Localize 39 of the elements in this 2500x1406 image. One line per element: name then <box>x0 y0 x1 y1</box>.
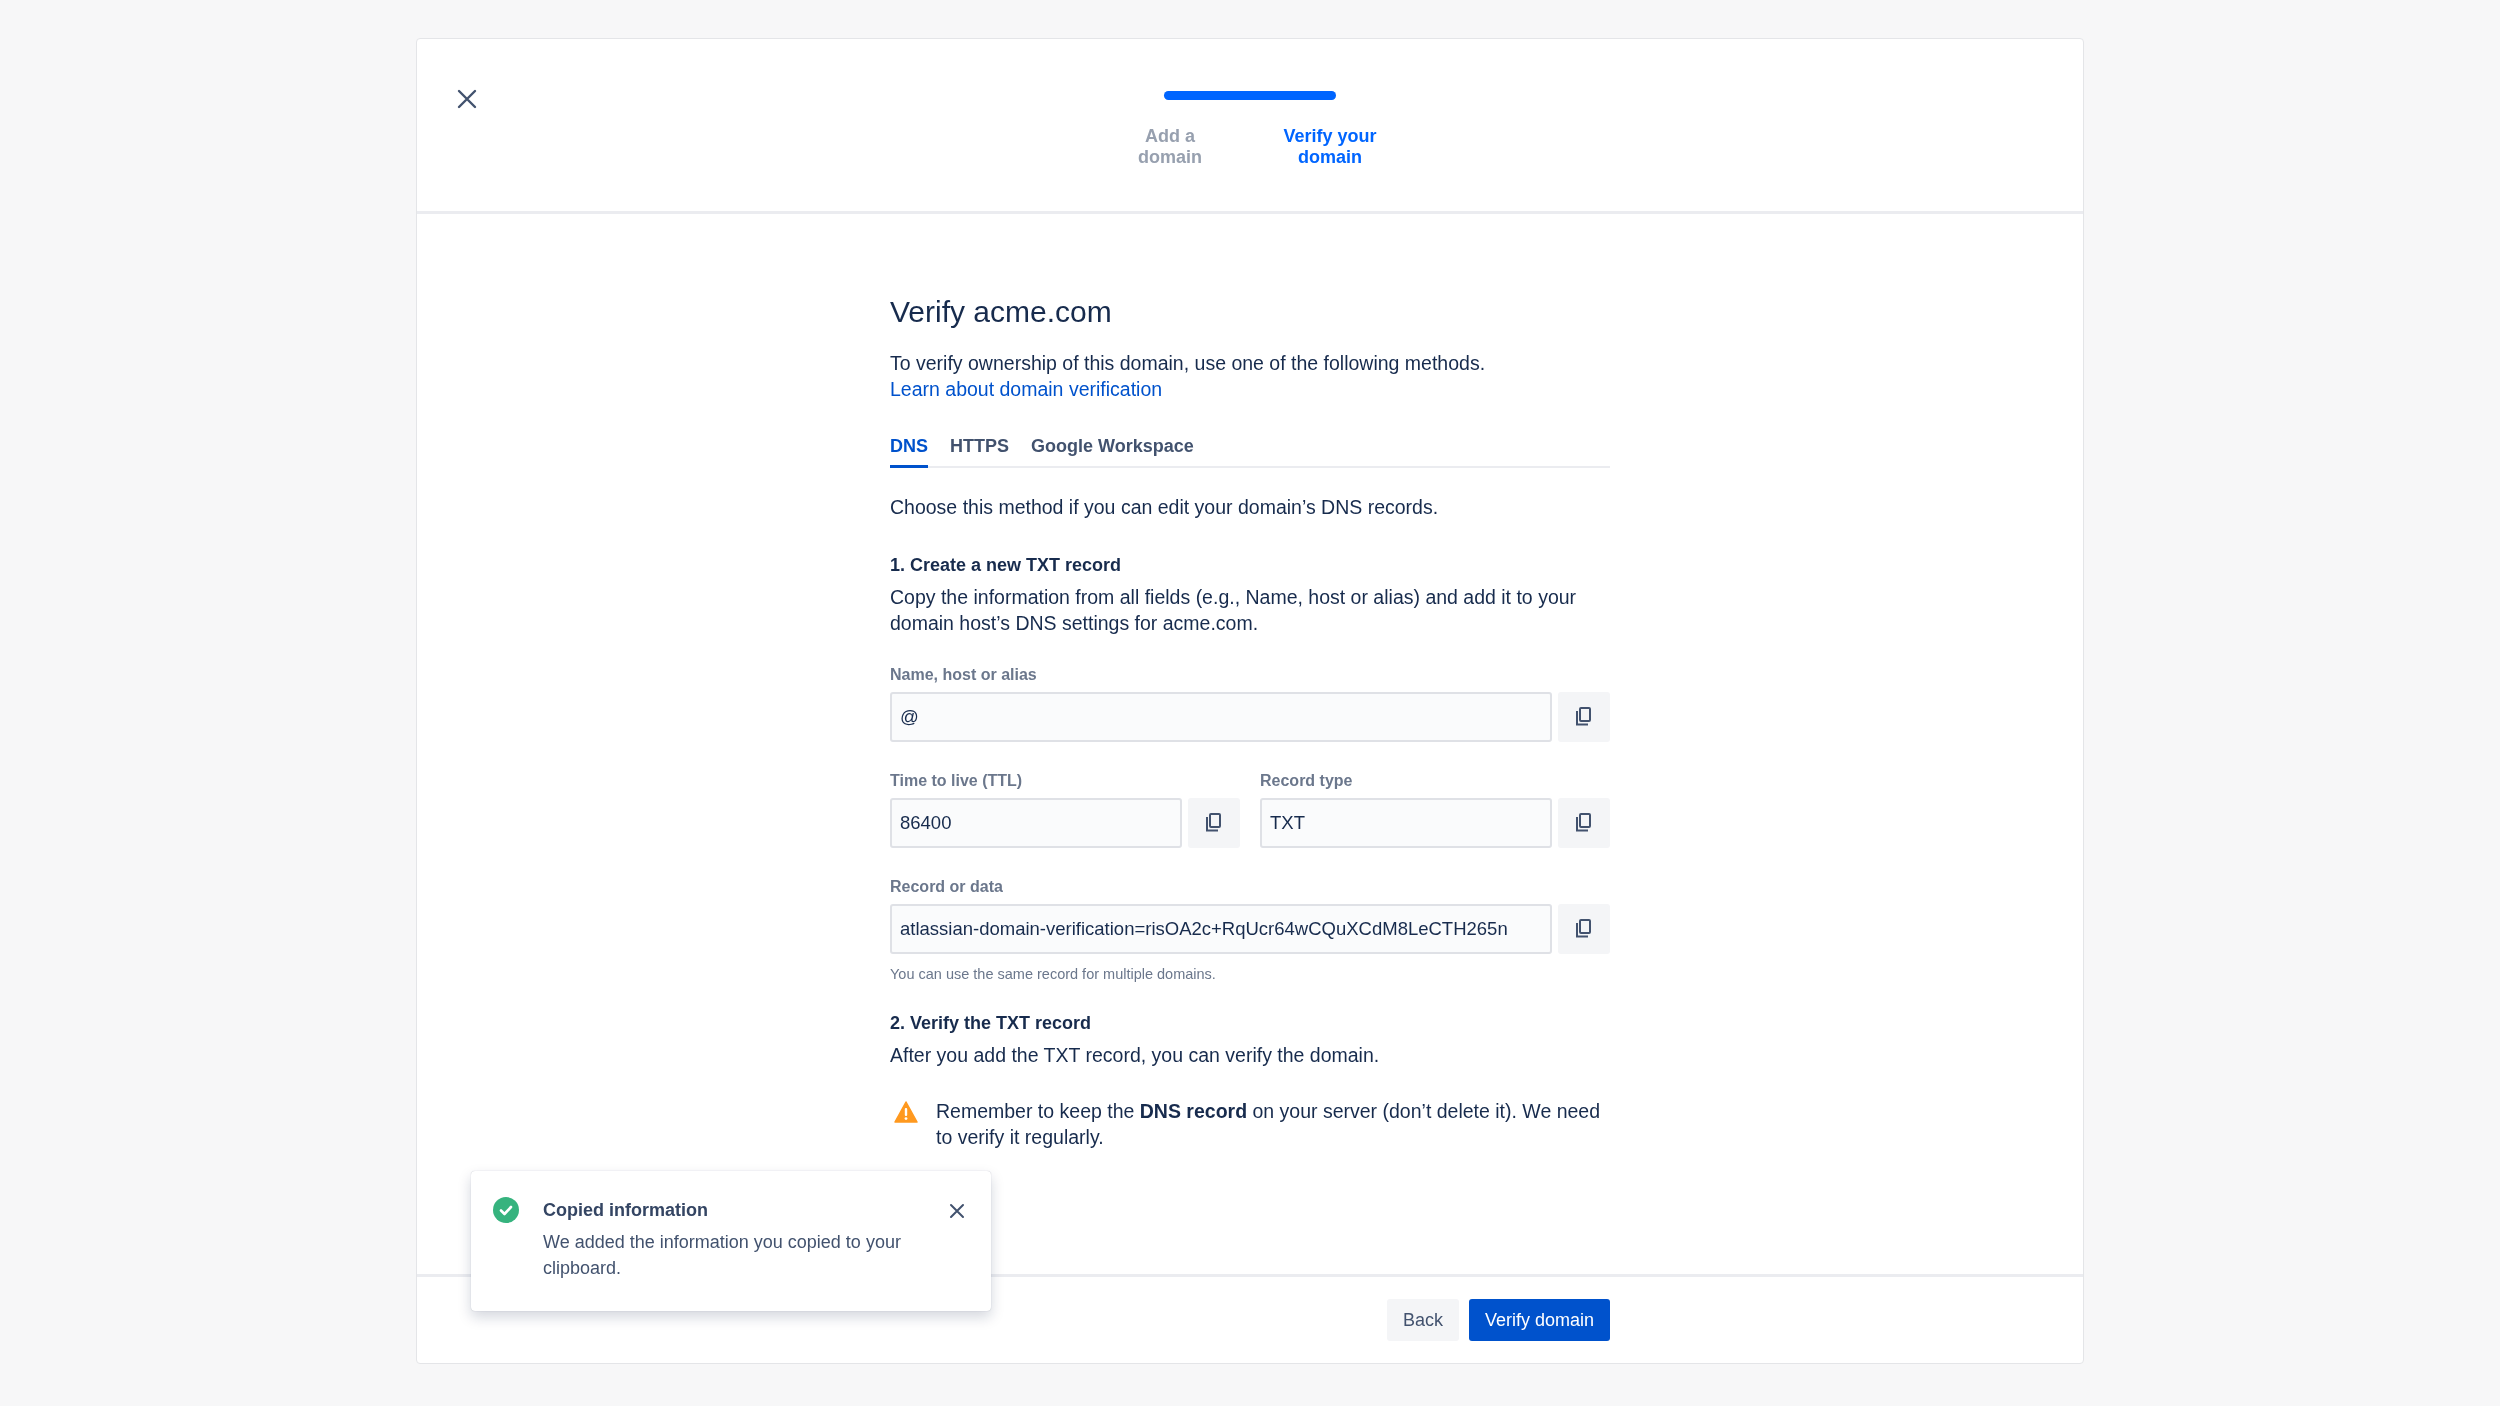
toast-title: Copied information <box>543 1199 709 1222</box>
copy-icon <box>1205 813 1223 833</box>
field-label: Time to live (TTL) <box>890 772 1024 790</box>
section-text: After you add the TXT record, you can verify the domain. <box>890 1043 1381 1068</box>
close-icon <box>456 88 478 110</box>
copy-button[interactable] <box>1558 692 1610 742</box>
warning-icon <box>894 1101 918 1123</box>
text-field[interactable]: 86400 <box>890 798 1182 848</box>
tab[interactable]: Google Workspace <box>1031 436 1194 468</box>
copy-button[interactable] <box>1558 798 1610 848</box>
section-heading: 1. Create a new TXT record <box>890 554 1123 576</box>
section-text: Copy the information from all fields (e.g., Name, host or alias) and add it to your domain host’s DNS settings for acme.com. <box>890 585 1578 636</box>
back-button[interactable]: Back <box>1386 1299 1459 1341</box>
success-icon <box>493 1197 519 1223</box>
text-field[interactable]: @ <box>890 692 1552 742</box>
text-field[interactable]: TXT <box>1260 798 1552 848</box>
learn-more-link[interactable]: Learn about domain verification <box>890 378 1163 400</box>
method-description: Choose this method if you can edit your domain’s DNS records. <box>890 495 1440 520</box>
page-title: Verify acme.com <box>890 294 1113 330</box>
tab[interactable]: HTTPS <box>950 436 1010 468</box>
field-label: Record type <box>1260 772 1354 790</box>
field-label: Record or data <box>890 878 1004 896</box>
warning-text: Remember to keep the DNS record on your server (don’t delete it). We need to verify it regularly. <box>936 1099 1602 1150</box>
helper-text: You can use the same record for multiple domains. <box>890 966 1217 982</box>
toast-message: We added the information you copied to your clipboard. <box>543 1231 902 1280</box>
intro-text: To verify ownership of this domain, use one of the following methods. Learn about domain verification <box>890 351 1487 402</box>
close-icon <box>949 1203 965 1219</box>
copy-icon <box>1575 813 1593 833</box>
copy-icon <box>1575 707 1593 727</box>
verify-button[interactable]: Verify domain <box>1468 1299 1610 1341</box>
text-field[interactable]: atlassian-domain-verification=risOA2c+RqUcr64wCQuXCdM8LeCTH265n <box>890 904 1552 954</box>
tab[interactable]: DNS <box>890 436 928 468</box>
field-label: Name, host or alias <box>890 666 1038 684</box>
copy-button[interactable] <box>1188 798 1240 848</box>
section-heading: 2. Verify the TXT record <box>890 1012 1093 1034</box>
step-label: Verify your domain <box>1282 126 1378 168</box>
copy-icon <box>1575 919 1593 939</box>
step-label: Add a domain <box>1137 126 1203 168</box>
copy-button[interactable] <box>1558 904 1610 954</box>
